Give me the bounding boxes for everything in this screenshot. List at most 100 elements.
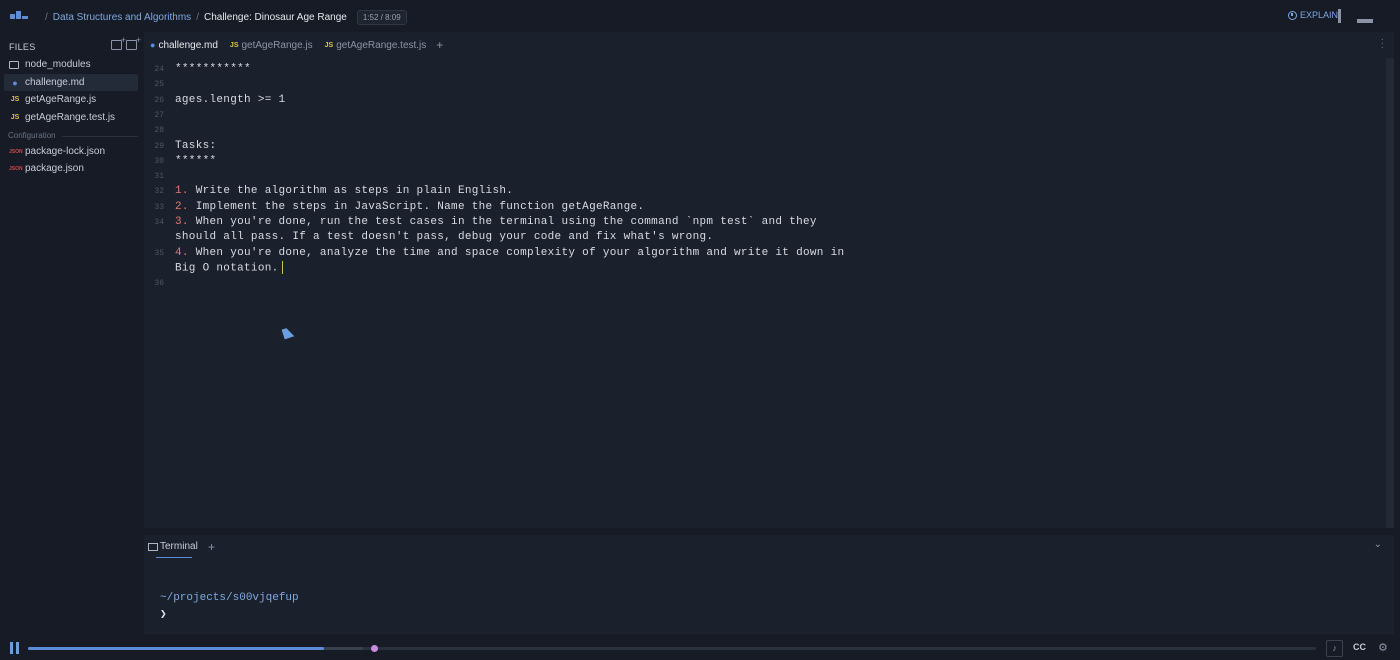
line-text: Tasks:	[175, 139, 216, 154]
terminal-cwd: ~/projects/s00vjqefup	[160, 592, 299, 604]
line-text: 2. Implement the steps in JavaScript. Na…	[175, 200, 644, 215]
markdown-icon: ●	[12, 77, 18, 88]
explain-button[interactable]: EXPLAIN	[1288, 10, 1338, 20]
line-content: Big O notation.	[175, 262, 279, 275]
markdown-icon: ●	[150, 40, 156, 50]
line-number: 35	[154, 248, 164, 258]
js-icon: JS	[324, 41, 334, 49]
breadcrumb-challenge-title: Challenge: Dinosaur Age Range	[203, 12, 347, 23]
line-content: Implement the steps in JavaScript. Name …	[188, 200, 645, 213]
breadcrumb-separator: /	[196, 12, 199, 23]
list-number: 4.	[175, 246, 189, 259]
line-text: 4. When you're done, analyze the time an…	[175, 246, 844, 261]
file-item-package-json[interactable]: JSON package.json	[4, 160, 138, 177]
code-editor: ● challenge.md JS getAgeRange.js JS getA…	[144, 32, 1394, 528]
code-area[interactable]: 24 *********** 25 26 ages.length >= 1 27 28 29 T…	[144, 58, 1384, 528]
chevron-down-icon[interactable]: ⌄	[1374, 539, 1382, 550]
files-heading: FILES	[9, 42, 36, 52]
terminal-tab-label: Terminal	[160, 541, 198, 552]
line-number: 36	[154, 279, 164, 289]
line-number: 25	[154, 80, 164, 90]
text-caret	[281, 260, 283, 274]
layout-sidebar-icon[interactable]	[1338, 9, 1341, 23]
file-explorer: FILES node_modules ● challenge.md JS get…	[0, 32, 144, 634]
file-label: getAgeRange.test.js	[25, 112, 116, 123]
line-number: 28	[154, 126, 164, 136]
line-text: 3. When you're done, run the test cases …	[175, 215, 817, 230]
line-content: ages.length >= 1	[175, 93, 286, 106]
breadcrumb-course-link[interactable]: Data Structures and Algorithms	[53, 12, 191, 23]
line-number: 26	[154, 95, 164, 105]
explain-icon	[1288, 10, 1297, 20]
line-content: When you're done, analyze the time and s…	[188, 246, 845, 259]
line-text: ages.length >= 1	[175, 93, 285, 108]
folder-icon	[9, 60, 19, 69]
file-item-challenge-md[interactable]: ● challenge.md	[4, 74, 138, 91]
add-tab-button[interactable]: +	[436, 38, 443, 52]
js-icon: JS	[229, 41, 239, 49]
file-item-node-modules[interactable]: node_modules	[4, 56, 138, 73]
terminal-prompt[interactable]: ❯	[160, 607, 167, 621]
tab-label: challenge.md	[158, 39, 218, 51]
gear-icon[interactable]: ⚙	[1378, 641, 1388, 654]
layout-panel-icon[interactable]	[1357, 9, 1373, 23]
top-bar: / Data Structures and Algorithms / Chall…	[0, 0, 1400, 32]
line-number: 29	[154, 141, 164, 151]
pause-icon[interactable]	[10, 642, 20, 654]
file-actions	[111, 35, 141, 50]
file-label: getAgeRange.js	[25, 94, 97, 105]
tab-challenge-md[interactable]: ● challenge.md	[144, 32, 224, 58]
terminal-icon	[148, 542, 158, 551]
line-content: should all pass. If a test doesn't pass,…	[175, 231, 714, 244]
js-icon: JS	[10, 96, 20, 103]
line-text: Big O notation.	[175, 260, 283, 276]
divider	[62, 136, 138, 137]
new-folder-icon[interactable]	[126, 35, 141, 50]
file-label: package.json	[25, 163, 84, 174]
tab-getagerange-test-js[interactable]: JS getAgeRange.test.js	[319, 32, 433, 58]
player-bar: ♪ CC ⚙	[0, 637, 1400, 660]
file-item-getagerange-js[interactable]: JS getAgeRange.js	[4, 91, 138, 108]
editor-scrollbar[interactable]	[1386, 58, 1394, 528]
explain-label: EXPLAIN	[1300, 10, 1339, 20]
progress-fill	[28, 647, 325, 650]
breadcrumb-separator: /	[45, 12, 48, 23]
file-item-getagerange-test-js[interactable]: JS getAgeRange.test.js	[4, 109, 138, 126]
tab-terminal[interactable]: Terminal	[148, 541, 198, 552]
line-text: 1. Write the algorithm as steps in plain…	[175, 184, 513, 199]
line-number: 34	[154, 218, 164, 227]
line-number: 31	[154, 172, 164, 182]
captions-button[interactable]: CC	[1353, 642, 1366, 652]
line-number: 32	[154, 187, 164, 197]
line-content: When you're done, run the test cases in …	[188, 216, 817, 228]
logo-icon[interactable]	[10, 11, 30, 21]
breadcrumb: / Data Structures and Algorithms / Chall…	[40, 10, 407, 25]
active-tab-indicator	[156, 557, 192, 558]
editor-tabs: ● challenge.md JS getAgeRange.js JS getA…	[144, 32, 1394, 58]
file-item-package-lock-json[interactable]: JSON package-lock.json	[4, 143, 138, 160]
add-terminal-button[interactable]: +	[208, 540, 215, 554]
configuration-heading: Configuration	[8, 131, 56, 140]
line-content: ******	[175, 154, 217, 167]
new-file-icon[interactable]	[111, 35, 126, 50]
terminal-panel: Terminal + ⌄ ~/projects/s00vjqefup ❯	[144, 535, 1394, 634]
file-label: node_modules	[25, 59, 91, 70]
line-number: 33	[154, 202, 164, 212]
tab-label: getAgeRange.js	[241, 39, 313, 51]
file-label: package-lock.json	[25, 146, 106, 157]
json-icon: JSON	[9, 148, 23, 155]
more-options-icon[interactable]: · · ·	[1381, 35, 1384, 53]
list-number: 3.	[175, 216, 189, 228]
file-label: challenge.md	[25, 77, 85, 88]
progress-knob[interactable]	[370, 645, 378, 652]
line-content: Tasks:	[175, 139, 217, 152]
tab-getagerange-js[interactable]: JS getAgeRange.js	[224, 32, 319, 58]
tab-label: getAgeRange.test.js	[336, 39, 427, 51]
list-number: 2.	[175, 200, 189, 213]
line-text: should all pass. If a test doesn't pass,…	[175, 230, 713, 245]
time-badge: 1:52 / 8:09	[356, 10, 407, 25]
progress-track[interactable]	[28, 645, 1316, 652]
volume-icon[interactable]: ♪	[1326, 640, 1343, 657]
line-number: 24	[154, 65, 164, 74]
list-number: 1.	[175, 185, 189, 198]
